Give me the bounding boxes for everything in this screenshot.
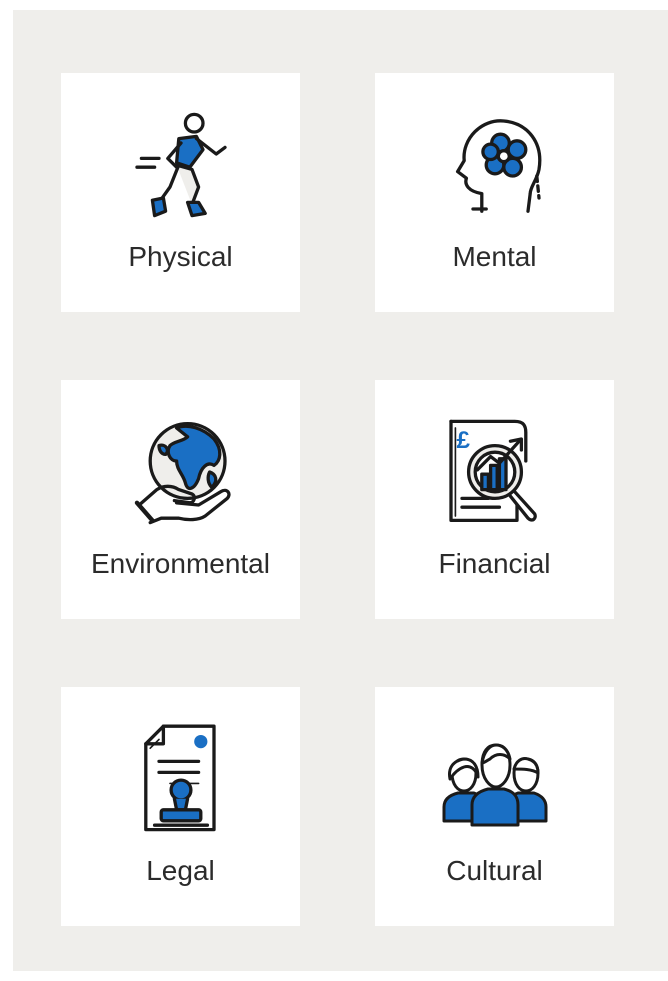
wellbeing-panel: Physical Mental Environmental £ Financia…: [13, 10, 668, 971]
card-label: Legal: [146, 855, 215, 886]
head-flower-icon: [375, 95, 614, 235]
card-legal: Legal: [61, 687, 300, 926]
card-financial: £ Financial: [375, 380, 614, 619]
card-label: Financial: [438, 548, 551, 579]
runner-icon: [61, 95, 300, 235]
globe-in-hand-icon: [61, 402, 300, 542]
svg-text:£: £: [456, 427, 470, 454]
card-mental: Mental: [375, 73, 614, 312]
card-physical: Physical: [61, 73, 300, 312]
group-people-icon: [375, 709, 614, 849]
card-label: Cultural: [446, 855, 543, 886]
card-environmental: Environmental: [61, 380, 300, 619]
card-label: Physical: [128, 241, 233, 272]
card-label: Environmental: [91, 548, 270, 579]
document-stamp-icon: [61, 709, 300, 849]
card-cultural: Cultural: [375, 687, 614, 926]
card-label: Mental: [452, 241, 537, 272]
financial-report-icon: £: [375, 402, 614, 542]
